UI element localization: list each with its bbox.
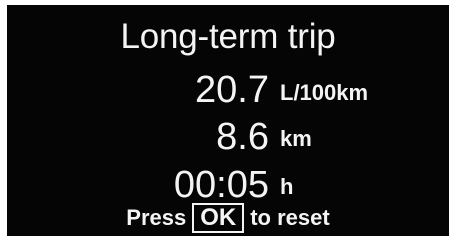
reset-prefix: Press <box>126 205 187 230</box>
distance-value: 8.6 <box>216 116 269 158</box>
time-unit: h <box>280 174 294 199</box>
ok-button[interactable]: OK <box>192 203 245 233</box>
time-value: 00:05 <box>173 164 269 206</box>
distance-unit: km <box>280 126 312 151</box>
reset-suffix: to reset <box>250 205 330 230</box>
reset-instruction: Press OK to reset <box>7 203 449 233</box>
screen-title: Long-term trip <box>120 17 336 56</box>
trip-display-screen: Long-term trip 20.7 L/100km 8.6 km 00:05… <box>7 5 449 236</box>
consumption-unit: L/100km <box>280 80 369 105</box>
consumption-value: 20.7 <box>195 69 269 111</box>
